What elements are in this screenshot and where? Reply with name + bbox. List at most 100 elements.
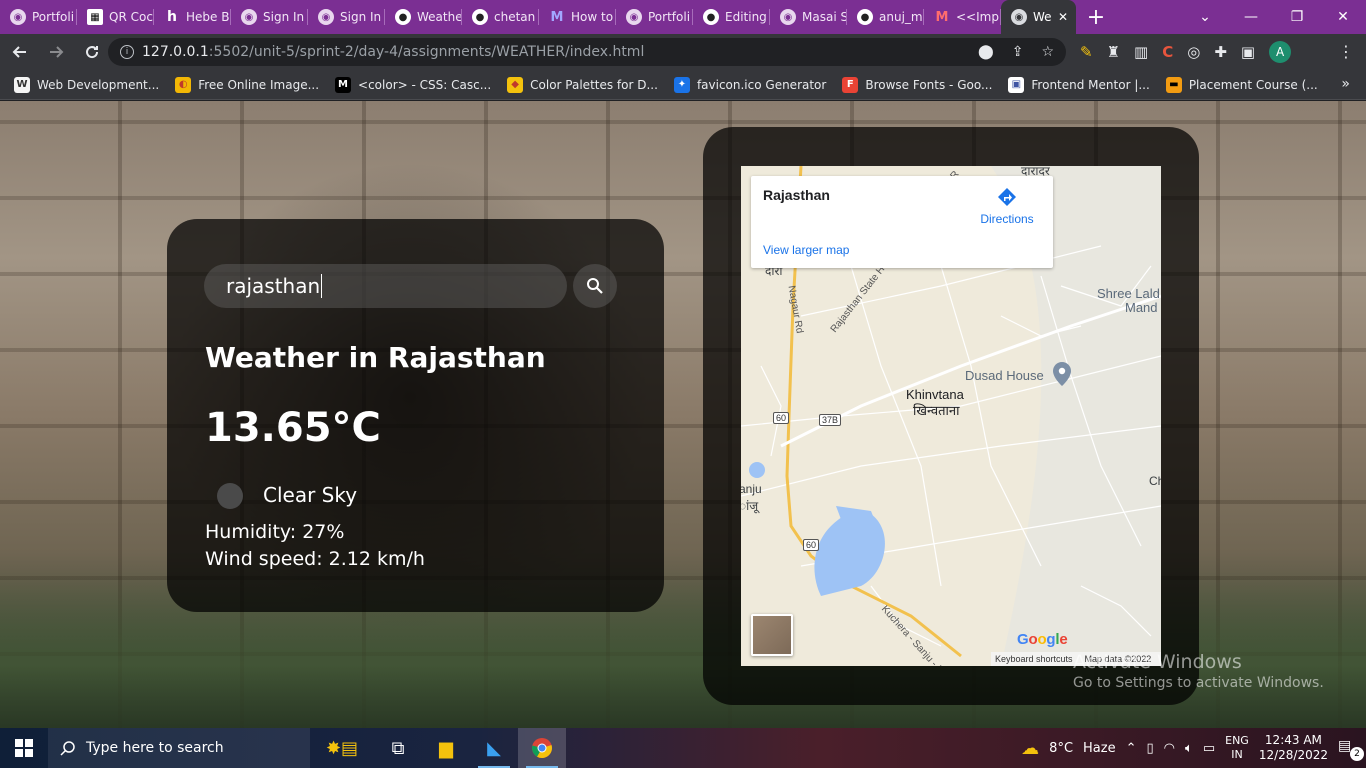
view-larger-map-link[interactable]: View larger map [763,243,849,257]
embedded-map[interactable]: दारादर दारा Nagaur Rd Rajasthan State Hw… [741,166,1161,666]
bookmark-7[interactable]: ▬ Placement Course (... [1165,76,1318,93]
avatar[interactable]: A [1269,41,1292,63]
tab-5[interactable]: ● Weathe [385,0,462,34]
taskbar-search-placeholder: Type here to search [86,740,224,756]
highway-shield-60-south: 60 [803,539,820,551]
extension-dropper-icon[interactable]: ♜ [1107,43,1120,61]
directions-link[interactable]: Directions [979,186,1035,226]
close-tab-icon[interactable]: ✕ [1058,10,1068,24]
chrome-icon[interactable] [518,728,566,768]
tab-weather-active[interactable]: ◉ We ✕ [1001,0,1076,34]
share-icon[interactable]: ⇪ [1012,44,1024,60]
wifi-icon[interactable]: ◠ [1164,741,1175,756]
tray-weather-desc[interactable]: Haze [1083,741,1116,756]
extensions-puzzle-icon[interactable]: ✚ [1214,43,1227,61]
task-view-icon[interactable]: ⧉ [374,728,422,768]
url-host: 127.0.0.1 [142,44,209,60]
weather-cloud-icon[interactable]: ☁ [1021,738,1039,759]
tab-11[interactable]: ● anuj_m [847,0,924,34]
bookmark-4[interactable]: ✦ favicon.ico Generator [673,76,826,93]
news-widget-icon[interactable]: ✸▤ [310,728,374,768]
search-icon [587,278,603,294]
map-label-khinvtana: Khinvtana [906,387,964,402]
site-info-icon[interactable]: i [120,45,134,59]
tab-6[interactable]: ● chetan [462,0,539,34]
tray-weather-temp[interactable]: 8°C [1049,741,1073,756]
satellite-toggle[interactable] [751,614,793,656]
reload-button[interactable] [76,36,108,68]
tab-1[interactable]: ▦ QR Coc [77,0,154,34]
bookmark-star-icon[interactable]: ☆ [1041,44,1054,60]
tab-3[interactable]: ◉ Sign In [231,0,308,34]
more-bookmarks-icon[interactable]: » [1341,76,1350,92]
tab-7[interactable]: M How to [539,0,616,34]
bookmark-1[interactable]: ◐ Free Online Image... [175,76,319,93]
tab-12[interactable]: M <<Imp [924,0,1001,34]
new-tab-button[interactable]: + [1076,0,1116,34]
close-window-button[interactable]: ✕ [1320,0,1366,34]
github-icon: ● [857,9,873,25]
device-icon[interactable]: ▯ [1147,741,1154,756]
lang-code: ENG [1225,734,1249,747]
clock-date: 12/28/2022 [1258,748,1328,762]
bookmark-label: Browse Fonts - Goo... [865,77,993,92]
search-button[interactable] [573,264,617,308]
vscode-icon[interactable]: ◣ [470,728,518,768]
bookmark-favicon-icon: ▣ [1008,76,1025,93]
browser-toolbar: i 127.0.0.1 :5502/unit-5/sprint-2/day-4/… [0,34,1366,70]
volume-icon[interactable]: 🔈︎ [1185,741,1193,756]
map-place-name: Rajasthan [763,187,830,203]
bookmark-0[interactable]: W Web Development... [14,76,159,93]
tab-8[interactable]: ◉ Portfoli [616,0,693,34]
reload-icon [86,46,99,59]
extension-target-icon[interactable]: ◎ [1187,43,1200,61]
back-button[interactable] [4,36,36,68]
tab-4[interactable]: ◉ Sign In [308,0,385,34]
side-panel-icon[interactable]: ▣ [1241,43,1255,61]
directions-icon [998,188,1016,206]
bookmark-label: <color> - CSS: Casc... [358,77,492,92]
restore-button[interactable]: ❐ [1274,0,1320,34]
tab-label: Sign In [263,10,305,24]
extension-pen-icon[interactable]: ✎ [1080,43,1093,61]
bookmark-2[interactable]: M <color> - CSS: Casc... [335,76,492,93]
file-explorer-icon[interactable]: ▆ [422,728,470,768]
extension-chart-icon[interactable]: ▥ [1134,43,1148,61]
tab-0[interactable]: ◉ Portfoli [0,0,77,34]
search-icon [60,741,75,756]
battery-icon[interactable]: ▭ [1203,741,1215,756]
globe-icon: ◉ [1011,9,1027,25]
tab-10[interactable]: ◉ Masai S [770,0,847,34]
bookmark-5[interactable]: F Browse Fonts - Goo... [842,76,993,93]
show-hidden-icons-icon[interactable]: ⌃ [1126,741,1137,756]
map-pin-icon[interactable] [1053,362,1071,386]
tab-label: chetan [494,10,536,24]
clock[interactable]: 12:43 AM 12/28/2022 [1259,733,1328,763]
watermark-title: Activate Windows [1073,651,1242,673]
forward-button[interactable] [40,36,72,68]
notifications-icon[interactable]: ▤ 2 [1338,738,1364,761]
chrome-menu-icon[interactable]: ⋮ [1338,42,1354,61]
taskbar-search[interactable]: Type here to search [48,728,310,768]
bookmark-favicon-icon: ✦ [673,76,690,93]
bookmark-6[interactable]: ▣ Frontend Mentor |... [1008,76,1150,93]
input-language[interactable]: ENG IN [1225,734,1249,762]
city-search-input[interactable]: rajasthan [204,264,567,308]
start-button[interactable] [0,728,48,768]
forward-arrow-icon [50,46,64,58]
address-bar[interactable]: i 127.0.0.1 :5502/unit-5/sprint-2/day-4/… [108,38,1066,66]
map-card: दारादर दारा Nagaur Rd Rajasthan State Hw… [703,127,1199,705]
extension-c-icon[interactable]: C [1162,43,1173,61]
tab-9[interactable]: ● Editing [693,0,770,34]
highway-shield-60: 60 [773,412,790,424]
tab-2[interactable]: h Hebe B [154,0,231,34]
bookmark-favicon-icon: W [14,76,30,93]
location-icon[interactable]: ⬤ [978,44,994,60]
bookmark-favicon-icon: M [335,76,352,93]
tab-search-chevron-icon[interactable]: ⌄ [1182,0,1228,34]
map-label-ch: Ch [1149,474,1161,488]
search-value: rajasthan [226,274,321,298]
bookmark-3[interactable]: ◆ Color Palettes for D... [507,76,658,93]
minimize-button[interactable]: — [1228,0,1274,34]
keyboard-shortcuts-link[interactable]: Keyboard shortcuts [995,654,1073,664]
